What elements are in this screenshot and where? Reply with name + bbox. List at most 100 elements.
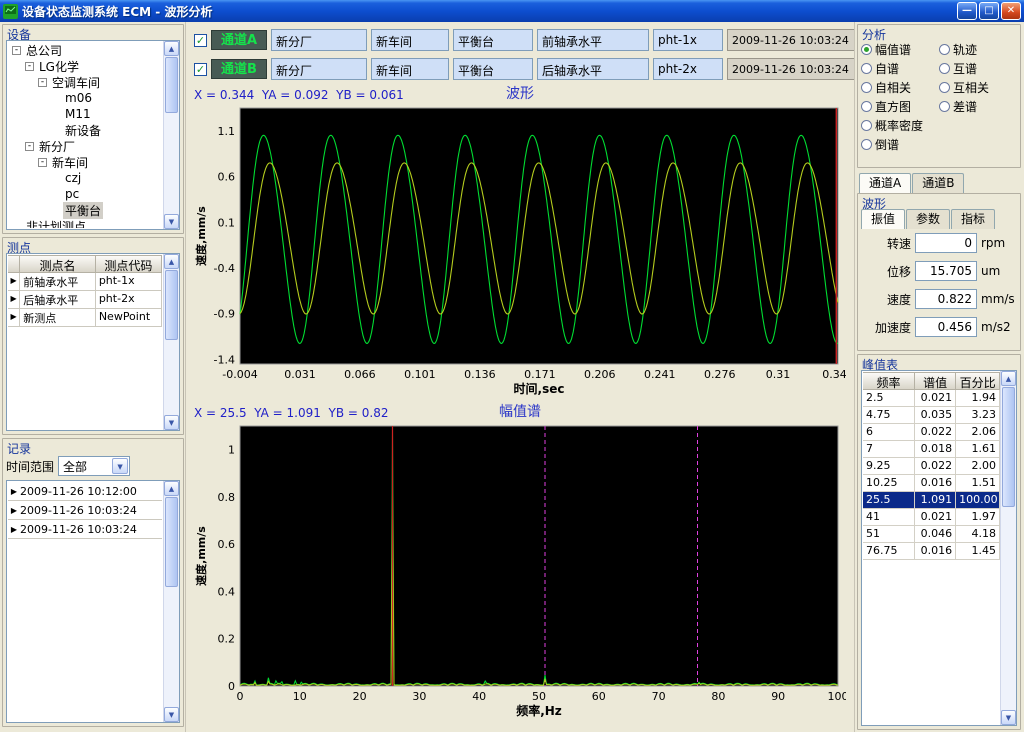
channel-b-machine[interactable]: 平衡台: [453, 58, 533, 80]
points-col-name[interactable]: 测点名: [20, 255, 96, 273]
tree-item[interactable]: 平衡台: [9, 202, 162, 218]
device-tree-scrollbar[interactable]: ▲ ▼: [163, 41, 179, 229]
maximize-button[interactable]: □: [979, 2, 999, 20]
tree-item[interactable]: czj: [9, 170, 162, 186]
tree-item[interactable]: m06: [9, 90, 162, 106]
scroll-down-icon[interactable]: ▼: [164, 415, 179, 430]
analysis-option-互相关[interactable]: 互相关: [939, 78, 1017, 97]
scroll-up-icon[interactable]: ▲: [1001, 371, 1016, 386]
tree-item[interactable]: -新车间: [9, 154, 162, 170]
points-table[interactable]: 测点名测点代码▶前轴承水平pht-1x▶后轴承水平pht-2x▶新测点NewPo…: [6, 253, 180, 431]
peaks-scrollbar[interactable]: ▲ ▼: [1000, 371, 1016, 725]
tab-参数[interactable]: 参数: [906, 209, 950, 229]
channel-b-point[interactable]: 后轴承水平: [537, 58, 649, 80]
channel-a-machine[interactable]: 平衡台: [453, 29, 533, 51]
channel-a-workshop[interactable]: 新车间: [371, 29, 449, 51]
record-row[interactable]: ▶2009-11-26 10:03:24: [8, 520, 162, 539]
tree-item[interactable]: -LG化学: [9, 58, 162, 74]
records-list[interactable]: ▶2009-11-26 10:12:00▶2009-11-26 10:03:24…: [6, 480, 180, 723]
tab-振值[interactable]: 振值: [861, 209, 905, 229]
metric-value-field[interactable]: 0.822: [915, 289, 977, 309]
analysis-option-倒谱[interactable]: 倒谱: [861, 135, 939, 154]
tree-item[interactable]: pc: [9, 186, 162, 202]
tree-collapse-icon[interactable]: -: [25, 62, 34, 71]
scroll-thumb[interactable]: [1002, 387, 1015, 507]
channel-b-factory[interactable]: 新分厂: [271, 58, 367, 80]
scroll-down-icon[interactable]: ▼: [164, 707, 179, 722]
peak-row[interactable]: 70.0181.61: [863, 441, 1000, 458]
analysis-option-轨迹[interactable]: 轨迹: [939, 40, 1017, 59]
metric-label: 速度: [861, 291, 911, 308]
tree-item[interactable]: 新设备: [9, 122, 162, 138]
channel-a-code[interactable]: pht-1x: [653, 29, 723, 51]
tree-item[interactable]: -总公司: [9, 42, 162, 58]
tree-item[interactable]: 非计划测点: [9, 218, 162, 228]
records-scrollbar[interactable]: ▲ ▼: [163, 481, 179, 722]
channel-b-checkbox[interactable]: ✓: [194, 63, 207, 76]
metric-row: 位移15.705um: [861, 257, 1017, 285]
analysis-option-直方图[interactable]: 直方图: [861, 97, 939, 116]
analysis-option-互谱[interactable]: 互谱: [939, 59, 1017, 78]
channel-a-checkbox[interactable]: ✓: [194, 34, 207, 47]
peak-row[interactable]: 25.51.091100.00: [863, 492, 1000, 509]
analysis-option-差谱[interactable]: 差谱: [939, 97, 1017, 116]
metric-value-field[interactable]: 15.705: [915, 261, 977, 281]
device-tree[interactable]: -总公司-LG化学-空调车间m06M11新设备-新分厂-新车间czjpc平衡台非…: [6, 40, 180, 230]
peak-row[interactable]: 410.0211.97: [863, 509, 1000, 526]
point-row[interactable]: ▶新测点NewPoint: [8, 309, 162, 327]
peak-row[interactable]: 9.250.0222.00: [863, 458, 1000, 475]
peak-cell: 0.035: [915, 407, 956, 424]
peak-row[interactable]: 76.750.0161.45: [863, 543, 1000, 560]
peaks-col-谱值[interactable]: 谱值: [915, 372, 956, 390]
scroll-thumb[interactable]: [165, 497, 178, 587]
channel-a-factory[interactable]: 新分厂: [271, 29, 367, 51]
scroll-thumb[interactable]: [165, 270, 178, 340]
peaks-col-百分比[interactable]: 百分比: [956, 372, 1000, 390]
tree-collapse-icon[interactable]: -: [25, 142, 34, 151]
analysis-option-概率密度[interactable]: 概率密度: [861, 116, 939, 135]
peak-row[interactable]: 510.0464.18: [863, 526, 1000, 543]
channel-b-workshop[interactable]: 新车间: [371, 58, 449, 80]
points-scrollbar[interactable]: ▲ ▼: [163, 254, 179, 430]
point-row[interactable]: ▶后轴承水平pht-2x: [8, 291, 162, 309]
tree-collapse-icon[interactable]: -: [12, 46, 21, 55]
points-col-code[interactable]: 测点代码: [96, 255, 162, 273]
tab-指标[interactable]: 指标: [951, 209, 995, 229]
scroll-up-icon[interactable]: ▲: [164, 41, 179, 56]
peak-row[interactable]: 10.250.0161.51: [863, 475, 1000, 492]
record-row[interactable]: ▶2009-11-26 10:03:24: [8, 501, 162, 520]
scroll-up-icon[interactable]: ▲: [164, 254, 179, 269]
point-row[interactable]: ▶前轴承水平pht-1x: [8, 273, 162, 291]
titlebar[interactable]: 设备状态监测系统 ECM - 波形分析 — □ ✕: [0, 0, 1024, 22]
scroll-up-icon[interactable]: ▲: [164, 481, 179, 496]
tree-item[interactable]: M11: [9, 106, 162, 122]
peaks-col-频率[interactable]: 频率: [863, 372, 915, 390]
analysis-option-自相关[interactable]: 自相关: [861, 78, 939, 97]
tree-collapse-icon[interactable]: -: [38, 78, 47, 87]
tab-通道A[interactable]: 通道A: [859, 173, 911, 193]
channel-a-point[interactable]: 前轴承水平: [537, 29, 649, 51]
tree-item[interactable]: -空调车间: [9, 74, 162, 90]
spectrum-chart[interactable]: 010203040506070809010000.20.40.60.81频率,H…: [194, 422, 846, 722]
close-button[interactable]: ✕: [1001, 2, 1021, 20]
metric-value-field[interactable]: 0.456: [915, 317, 977, 337]
peaks-table[interactable]: 频率谱值百分比2.50.0211.944.750.0353.2360.0222.…: [861, 370, 1017, 726]
peak-row[interactable]: 60.0222.06: [863, 424, 1000, 441]
peak-row[interactable]: 2.50.0211.94: [863, 390, 1000, 407]
channel-b-code[interactable]: pht-2x: [653, 58, 723, 80]
analysis-option-自谱[interactable]: 自谱: [861, 59, 939, 78]
tree-collapse-icon[interactable]: -: [38, 158, 47, 167]
metric-value-field[interactable]: 0: [915, 233, 977, 253]
tab-通道B[interactable]: 通道B: [912, 173, 964, 193]
scroll-thumb[interactable]: [165, 57, 178, 113]
waveform-chart[interactable]: -0.0040.0310.0660.1010.1360.1710.2060.24…: [194, 104, 846, 400]
minimize-button[interactable]: —: [957, 2, 977, 20]
chevron-down-icon[interactable]: ▼: [112, 458, 128, 474]
peak-row[interactable]: 4.750.0353.23: [863, 407, 1000, 424]
scroll-down-icon[interactable]: ▼: [1001, 710, 1016, 725]
scroll-down-icon[interactable]: ▼: [164, 214, 179, 229]
tree-item[interactable]: -新分厂: [9, 138, 162, 154]
record-row[interactable]: ▶2009-11-26 10:12:00: [8, 482, 162, 501]
channel-b-time: 2009-11-26 10:03:24: [727, 58, 855, 80]
time-range-select[interactable]: 全部 ▼: [58, 456, 130, 476]
